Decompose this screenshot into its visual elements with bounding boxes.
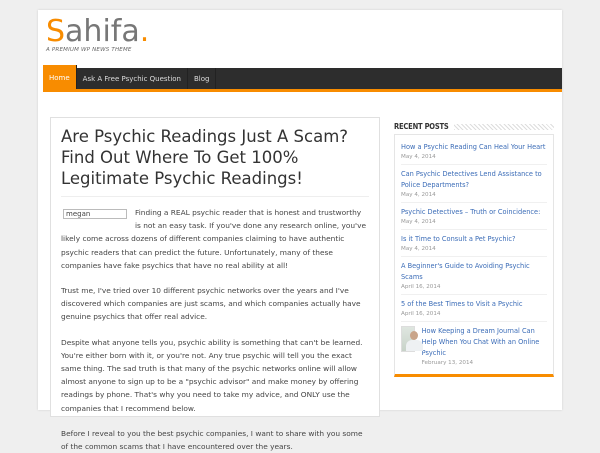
post-link[interactable]: 5 of the Best Times to Visit a Psychic [401,299,547,310]
article-image: megan [63,209,127,219]
nav-blog[interactable]: Blog [188,68,217,89]
nav-ask-question[interactable]: Ask A Free Psychic Question [77,68,188,89]
article: Are Psychic Readings Just A Scam? Find O… [50,117,380,451]
post-date: April 16, 2014 [401,284,441,290]
list-item: Psychic Detectives – Truth or Coincidenc… [401,203,547,230]
post-link[interactable]: How Keeping a Dream Journal Can Help Whe… [422,326,547,359]
article-paragraph: Before I reveal to you the best psychic … [61,428,363,452]
post-link[interactable]: Is it Time to Consult a Pet Psychic? [401,234,547,245]
post-date: May 4, 2014 [401,246,436,252]
recent-posts-heading: RECENT POSTS [394,122,554,131]
post-date: May 4, 2014 [401,192,436,198]
list-item: How a Psychic Reading Can Heal Your Hear… [401,138,547,165]
list-item: A Beginner's Guide to Avoiding Psychic S… [401,257,547,295]
recent-posts-list: How a Psychic Reading Can Heal Your Hear… [394,134,554,377]
main-nav: Home Ask A Free Psychic Question Blog [43,65,562,92]
list-item: Can Psychic Detectives Lend Assistance t… [401,165,547,203]
post-link[interactable]: Psychic Detectives – Truth or Coincidenc… [401,207,547,218]
sidebar: RECENT POSTS How a Psychic Reading Can H… [394,122,554,377]
post-link[interactable]: Can Psychic Detectives Lend Assistance t… [401,169,547,191]
post-link[interactable]: A Beginner's Guide to Avoiding Psychic S… [401,261,547,283]
list-item: How Keeping a Dream Journal Can Help Whe… [401,322,547,370]
post-date: May 4, 2014 [401,219,436,225]
post-thumbnail[interactable] [401,326,423,352]
article-paragraph: Trust me, I've tried over 10 different p… [61,286,361,322]
post-date: April 16, 2014 [401,311,441,317]
post-link[interactable]: How a Psychic Reading Can Heal Your Hear… [401,142,547,153]
post-date: February 13, 2014 [421,360,474,366]
article-paragraph: megan Finding a REAL psychic reader that … [61,208,367,270]
article-title: Are Psychic Readings Just A Scam? Find O… [61,126,369,197]
article-paragraph: Despite what anyone tells you, psychic a… [61,337,363,413]
nav-home[interactable]: Home [43,65,77,89]
logo-name: Sahifa. [46,14,150,49]
post-date: May 4, 2014 [401,154,436,160]
page-container: Sahifa. A PREMIUM WP NEWS THEME Home Ask… [38,10,562,451]
list-item: Is it Time to Consult a Pet Psychic? May … [401,230,547,257]
site-logo[interactable]: Sahifa. A PREMIUM WP NEWS THEME [46,14,150,54]
list-item: 5 of the Best Times to Visit a Psychic Ap… [401,295,547,322]
